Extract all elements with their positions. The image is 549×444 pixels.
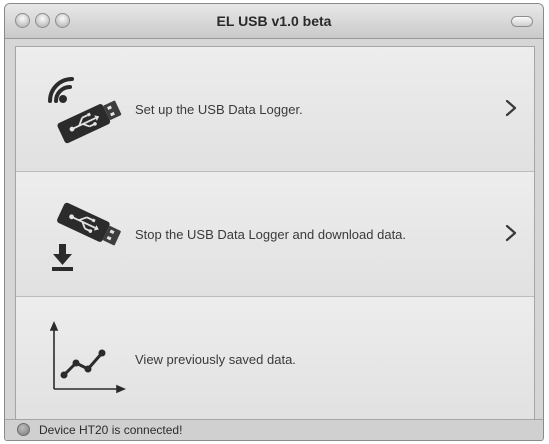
- actions-panel: Set up the USB Data Logger. Stop the USB…: [15, 46, 535, 422]
- setup-logger-item[interactable]: Set up the USB Data Logger.: [16, 47, 534, 172]
- stop-download-label: Stop the USB Data Logger and download da…: [135, 227, 407, 242]
- app-window: EL USB v1.0 beta Set up the USB Data Log…: [4, 3, 544, 441]
- window-title: EL USB v1.0 beta: [216, 13, 332, 29]
- setup-logger-label: Set up the USB Data Logger.: [135, 102, 303, 117]
- status-indicator-icon: [17, 423, 30, 436]
- chevron-right-icon: [505, 99, 517, 117]
- stop-download-item[interactable]: Stop the USB Data Logger and download da…: [16, 172, 534, 297]
- line-chart-icon: [49, 320, 126, 394]
- toolbar-toggle-button[interactable]: [511, 16, 533, 27]
- status-bar: Device HT20 is connected!: [5, 419, 543, 440]
- title-bar[interactable]: EL USB v1.0 beta: [5, 4, 543, 39]
- view-saved-data-label: View previously saved data.: [135, 352, 296, 367]
- status-text: Device HT20 is connected!: [39, 423, 183, 437]
- usb-download-icon: [52, 202, 121, 271]
- chevron-right-icon: [505, 224, 517, 242]
- usb-wireless-icon: [48, 77, 122, 144]
- view-saved-data-item[interactable]: View previously saved data.: [16, 297, 534, 421]
